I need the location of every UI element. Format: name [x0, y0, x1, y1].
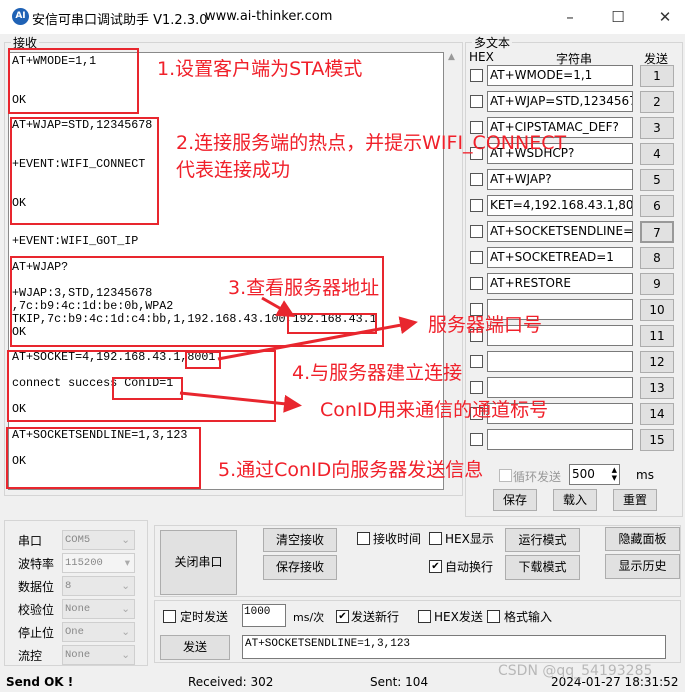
annotation-arrows: [179, 296, 418, 413]
arrow-to-port-label: [217, 316, 418, 361]
arrow-to-server-ip: [261, 296, 296, 317]
arrow-to-conid-label: [179, 391, 302, 413]
